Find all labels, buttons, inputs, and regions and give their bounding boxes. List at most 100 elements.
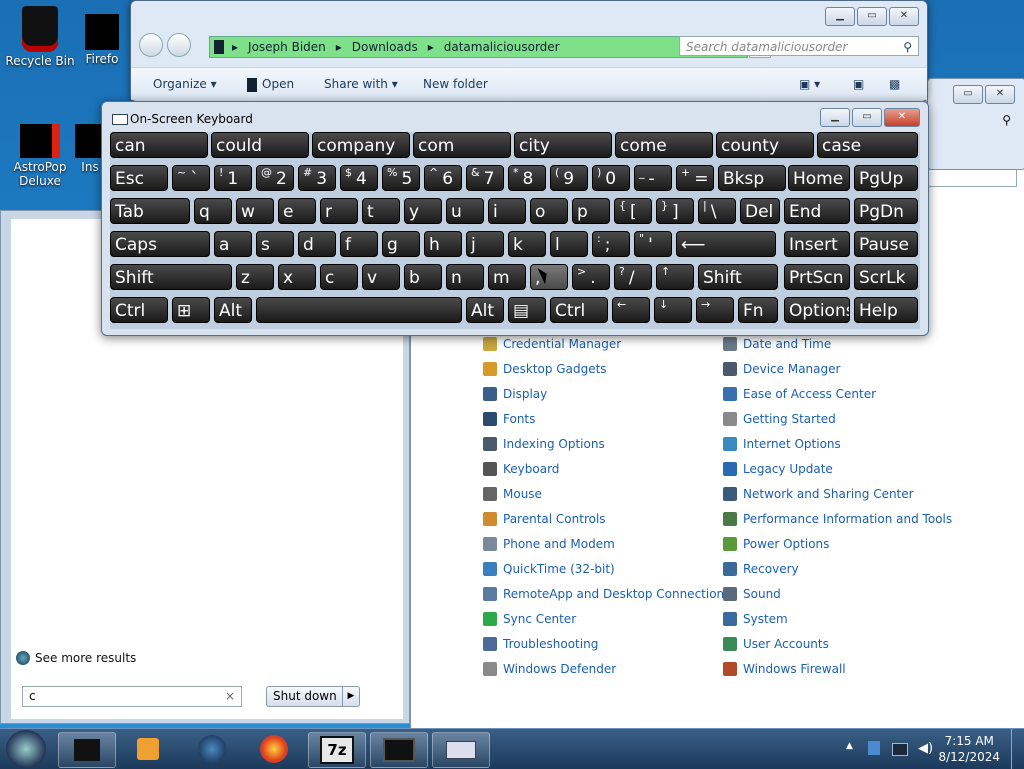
shutdown-button[interactable]: Shut down ▶ [266, 686, 360, 707]
cp-item-troubleshooting[interactable]: Troubleshooting [483, 637, 598, 651]
osk-key-tab[interactable]: Tab [110, 198, 190, 224]
bg-close-button[interactable]: ✕ [985, 85, 1015, 104]
breadcrumb-item[interactable]: datamaliciousorder [444, 40, 560, 54]
cp-item-internet-options[interactable]: Internet Options [723, 437, 841, 451]
osk-key-ctrl[interactable]: Ctrl [550, 297, 608, 323]
share-with-button[interactable]: Share with ▾ [324, 77, 398, 91]
osk-key-2[interactable]: @2 [256, 165, 294, 191]
cp-item-power-options[interactable]: Power Options [723, 537, 829, 551]
osk-key-0[interactable]: ) 0 [592, 165, 630, 191]
osk-key-7[interactable]: & 7 [466, 165, 504, 191]
osk-key-z[interactable]: z [236, 264, 274, 290]
osk-key-alt[interactable]: Alt [214, 297, 252, 323]
osk-key-q[interactable]: q [194, 198, 232, 224]
taskbar-7zip-button[interactable]: 7z [308, 732, 366, 768]
see-more-results[interactable]: See more results [16, 651, 136, 665]
osk-key-w[interactable]: w [236, 198, 274, 224]
osk-key-blank[interactable]: , [530, 264, 568, 290]
new-folder-button[interactable]: New folder [423, 77, 488, 91]
osk-key-a[interactable]: a [214, 231, 252, 257]
cp-item-ease-of-access-center[interactable]: Ease of Access Center [723, 387, 876, 401]
cp-item-fonts[interactable]: Fonts [483, 412, 535, 426]
cp-item-recovery[interactable]: Recovery [723, 562, 799, 576]
osk-maximize-button[interactable]: ▭ [852, 108, 882, 127]
osk-key-1[interactable]: ! 1 [214, 165, 252, 191]
osk-key-p[interactable]: p [572, 198, 610, 224]
osk-key-blank[interactable]: ↓ [654, 297, 692, 323]
cp-item-network-and-sharing-center[interactable]: Network and Sharing Center [723, 487, 914, 501]
taskbar-globe-button[interactable] [184, 732, 240, 766]
osk-key-pause[interactable]: Pause [854, 231, 918, 257]
osk-key-y[interactable]: y [404, 198, 442, 224]
organize-button[interactable]: Organize ▾ [153, 77, 217, 91]
osk-prediction-com[interactable]: com [413, 132, 511, 158]
osk-key-o[interactable]: o [530, 198, 568, 224]
cp-item-phone-and-modem[interactable]: Phone and Modem [483, 537, 615, 551]
cp-item-parental-controls[interactable]: Parental Controls [483, 512, 606, 526]
osk-key-s[interactable]: s [256, 231, 294, 257]
cp-item-keyboard[interactable]: Keyboard [483, 462, 559, 476]
desktop-icon-recycle-bin[interactable]: Recycle Bin [0, 6, 80, 68]
osk-key-blank[interactable]: ▤ [508, 297, 546, 323]
taskbar-osk-button[interactable] [432, 732, 490, 768]
osk-key-k[interactable]: k [508, 231, 546, 257]
show-desktop-button[interactable] [1011, 729, 1024, 769]
cp-item-indexing-options[interactable]: Indexing Options [483, 437, 605, 451]
bg-search-icon[interactable]: ⚲ [1002, 113, 1011, 127]
tray-network-icon[interactable] [892, 743, 908, 756]
osk-key-r[interactable]: r [320, 198, 358, 224]
osk-key-alt[interactable]: Alt [466, 297, 504, 323]
back-button[interactable] [139, 33, 163, 57]
cp-item-device-manager[interactable]: Device Manager [723, 362, 840, 376]
osk-key-blank[interactable]: + = [676, 165, 714, 191]
clear-search-icon[interactable]: × [225, 687, 235, 706]
osk-key-blank[interactable]: {[ [614, 198, 652, 224]
tray-action-center-icon[interactable] [868, 741, 880, 755]
osk-key-end[interactable]: End [784, 198, 850, 224]
cp-item-remoteapp-and-desktop-connections[interactable]: RemoteApp and Desktop Connections [483, 587, 730, 601]
osk-key-blank[interactable]: :; [592, 231, 630, 257]
osk-close-button[interactable]: ✕ [884, 108, 920, 127]
osk-prediction-city[interactable]: city [514, 132, 612, 158]
osk-key-home[interactable]: Home [788, 165, 850, 191]
osk-key-pgdn[interactable]: PgDn [854, 198, 918, 224]
osk-key-blank[interactable]: _ - [634, 165, 672, 191]
shutdown-arrow-icon[interactable]: ▶ [342, 687, 359, 706]
help-icon[interactable]: ▩ [889, 77, 900, 91]
cp-item-windows-defender[interactable]: Windows Defender [483, 662, 616, 676]
osk-key-t[interactable]: t [362, 198, 400, 224]
start-orb[interactable] [6, 730, 46, 768]
cp-item-sync-center[interactable]: Sync Center [483, 612, 576, 626]
osk-prediction-company[interactable]: company [312, 132, 410, 158]
osk-key-pgup[interactable]: PgUp [854, 165, 918, 191]
osk-key-g[interactable]: g [382, 231, 420, 257]
cp-item-display[interactable]: Display [483, 387, 547, 401]
osk-key-bksp[interactable]: Bksp [718, 165, 786, 191]
osk-key-blank[interactable]: ← [612, 297, 650, 323]
desktop-icon-firefox[interactable]: Firefo [72, 14, 132, 66]
taskbar-firefox-button[interactable] [246, 732, 302, 766]
osk-key-shift[interactable]: Shift [698, 264, 778, 290]
osk-key-m[interactable]: m [488, 264, 526, 290]
osk-key-prtscn[interactable]: PrtScn [784, 264, 850, 290]
osk-key-blank[interactable]: → [696, 297, 734, 323]
osk-key-8[interactable]: * 8 [508, 165, 546, 191]
osk-key-c[interactable]: c [320, 264, 358, 290]
cp-item-windows-firewall[interactable]: Windows Firewall [723, 662, 846, 676]
osk-key-3[interactable]: #3 [298, 165, 336, 191]
osk-prediction-can[interactable]: can [110, 132, 208, 158]
osk-key-6[interactable]: ^ 6 [424, 165, 462, 191]
osk-key-blank[interactable]: >. [572, 264, 610, 290]
taskbar-remote-desktop-button[interactable] [370, 732, 428, 768]
cp-item-performance-information-and-tools[interactable]: Performance Information and Tools [723, 512, 952, 526]
osk-key-caps[interactable]: Caps [110, 231, 210, 257]
start-search-input[interactable]: c × [22, 686, 242, 707]
cp-item-sound[interactable]: Sound [723, 587, 781, 601]
osk-key-blank[interactable]: ↑ [656, 264, 694, 290]
osk-key-f[interactable]: f [340, 231, 378, 257]
bg-restore-button[interactable]: ▭ [953, 85, 983, 104]
osk-key-blank[interactable]: ~ ` [172, 165, 210, 191]
close-button[interactable]: ✕ [889, 7, 919, 26]
osk-key-d[interactable]: d [298, 231, 336, 257]
cp-item-quicktime-32-bit[interactable]: QuickTime (32-bit) [483, 562, 615, 576]
